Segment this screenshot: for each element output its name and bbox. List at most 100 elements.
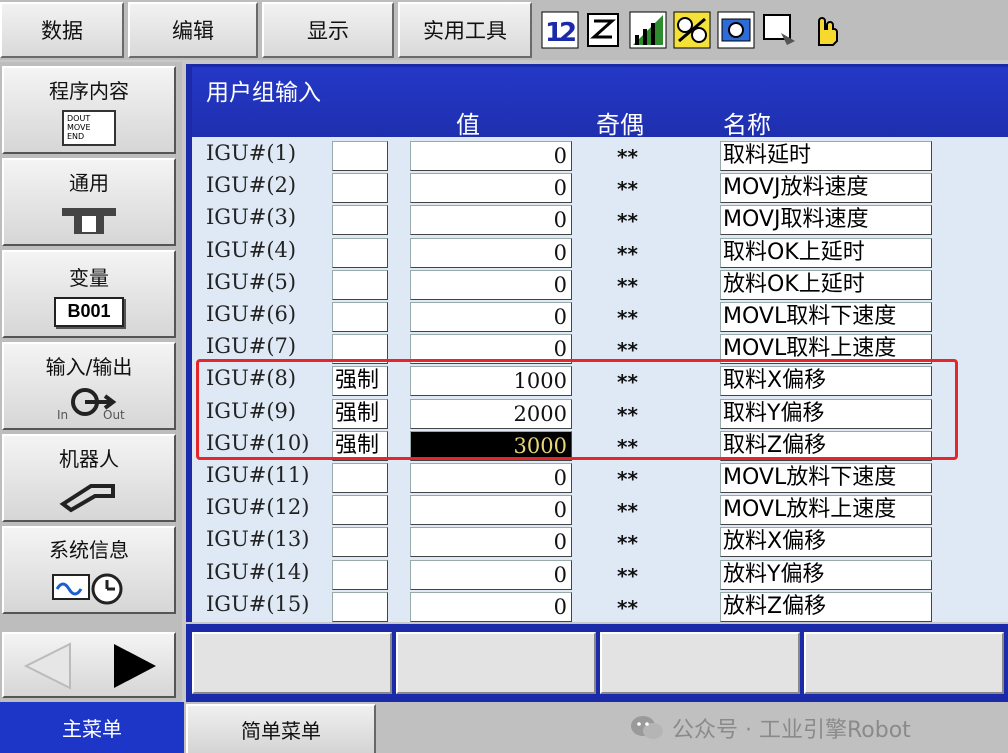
name-field[interactable]: 取料X偏移 xyxy=(720,366,932,397)
table-row[interactable]: IGU#(13) 0 ** 放料X偏移 xyxy=(192,525,1008,558)
sidebar-item-io[interactable]: 输入/输出 In Out xyxy=(2,342,176,430)
force-field[interactable] xyxy=(332,173,388,204)
function-slot[interactable] xyxy=(804,632,1004,694)
table-row[interactable]: IGU#(3) 0 ** MOVJ取料速度 xyxy=(192,203,1008,236)
table-row[interactable]: IGU#(10) 强制 3000 ** 取料Z偏移 xyxy=(192,429,1008,461)
value-field[interactable]: 0 xyxy=(410,237,572,268)
parity-value: ** xyxy=(617,402,638,427)
table-row[interactable]: IGU#(11) 0 ** MOVL放料下速度 xyxy=(192,461,1008,493)
force-field[interactable] xyxy=(332,463,388,493)
force-field[interactable] xyxy=(332,237,388,268)
menu-edit-button[interactable]: 编辑 xyxy=(128,2,258,58)
force-field[interactable]: 强制 xyxy=(332,398,388,429)
mode-12-icon[interactable]: 12 xyxy=(540,10,580,50)
force-field[interactable] xyxy=(332,302,388,332)
sidebar-item-label: 程序内容 xyxy=(49,78,129,103)
value-field[interactable]: 3000 xyxy=(410,430,572,461)
value-field[interactable]: 0 xyxy=(410,269,572,300)
value-field[interactable]: 0 xyxy=(410,591,572,622)
table-row[interactable]: IGU#(15) 0 ** 放料Z偏移 xyxy=(192,590,1008,622)
force-field[interactable] xyxy=(332,269,388,300)
force-field[interactable] xyxy=(332,495,388,526)
force-field[interactable]: 强制 xyxy=(332,366,388,397)
table-row[interactable]: IGU#(6) 0 ** MOVL取料下速度 xyxy=(192,300,1008,332)
force-field[interactable] xyxy=(332,591,388,622)
prev-page-arrow-icon[interactable] xyxy=(12,636,82,696)
table-row[interactable]: IGU#(2) 0 ** MOVJ放料速度 xyxy=(192,171,1008,204)
program-doc-icon: DOUT MOVE END xyxy=(62,109,116,146)
name-field[interactable]: 取料延时 xyxy=(720,141,932,171)
name-field[interactable]: MOVL放料下速度 xyxy=(720,463,932,493)
name-field[interactable]: 放料X偏移 xyxy=(720,527,932,558)
value-field[interactable]: 0 xyxy=(410,205,572,236)
row-index: IGU#(10) xyxy=(206,430,310,455)
bottom-bar: 主菜单 简单菜单 公众号 · 工业引擎Robot xyxy=(0,702,1008,753)
table-row[interactable]: IGU#(9) 强制 2000 ** 取料Y偏移 xyxy=(192,397,1008,429)
sidebar-item-label: 变量 xyxy=(69,265,109,290)
edit-doc-icon[interactable] xyxy=(584,10,624,50)
force-field[interactable] xyxy=(332,334,388,365)
value-field[interactable]: 0 xyxy=(410,495,572,526)
table-row[interactable]: IGU#(4) 0 ** 取料OK上延时 xyxy=(192,236,1008,268)
force-field[interactable] xyxy=(332,205,388,236)
screen-edit-icon[interactable] xyxy=(760,10,800,50)
name-field[interactable]: 放料Z偏移 xyxy=(720,591,932,622)
value-field[interactable]: 0 xyxy=(410,141,572,171)
name-field[interactable]: MOVL取料上速度 xyxy=(720,334,932,365)
name-field[interactable]: MOVL取料下速度 xyxy=(720,302,932,332)
panel-header: 用户组输入 值 奇偶 名称 xyxy=(192,67,1008,139)
name-field[interactable]: MOVJ取料速度 xyxy=(720,205,932,236)
force-field[interactable] xyxy=(332,527,388,558)
table-row[interactable]: IGU#(14) 0 ** 放料Y偏移 xyxy=(192,558,1008,590)
sidebar-item-program[interactable]: 程序内容 DOUT MOVE END xyxy=(2,66,176,154)
parity-value: ** xyxy=(617,370,638,395)
value-field[interactable]: 0 xyxy=(410,334,572,365)
table-row[interactable]: IGU#(1) 0 ** 取料延时 xyxy=(192,139,1008,171)
parity-value: ** xyxy=(617,499,638,524)
simple-menu-button[interactable]: 简单菜单 xyxy=(186,704,376,753)
value-field[interactable]: 0 xyxy=(410,527,572,558)
value-field[interactable]: 0 xyxy=(410,463,572,493)
sidebar-item-robot[interactable]: 机器人 xyxy=(2,434,176,522)
parity-value: ** xyxy=(617,338,638,363)
main-menu-button[interactable]: 主菜单 xyxy=(0,702,184,753)
name-field[interactable]: 取料OK上延时 xyxy=(720,237,932,268)
table-row[interactable]: IGU#(7) 0 ** MOVL取料上速度 xyxy=(192,332,1008,365)
robot-group-icon[interactable] xyxy=(672,10,712,50)
name-field[interactable]: 放料OK上延时 xyxy=(720,269,932,300)
name-field[interactable]: MOVJ放料速度 xyxy=(720,173,932,204)
name-field[interactable]: 放料Y偏移 xyxy=(720,559,932,590)
function-slot[interactable] xyxy=(192,632,392,694)
function-slot[interactable] xyxy=(396,632,596,694)
row-index: IGU#(14) xyxy=(206,559,310,584)
value-field[interactable]: 1000 xyxy=(410,366,572,397)
name-field[interactable]: 取料Z偏移 xyxy=(720,430,932,461)
next-page-arrow-icon[interactable] xyxy=(98,636,168,696)
force-field[interactable]: 强制 xyxy=(332,430,388,461)
table-row[interactable]: IGU#(12) 0 ** MOVL放料上速度 xyxy=(192,493,1008,526)
menu-display-button[interactable]: 显示 xyxy=(262,2,394,58)
menu-data-button[interactable]: 数据 xyxy=(0,2,124,58)
menu-utility-button[interactable]: 实用工具 xyxy=(398,2,532,58)
signal-bars-icon[interactable] xyxy=(628,10,668,50)
force-field[interactable] xyxy=(332,141,388,171)
table-row[interactable]: IGU#(5) 0 ** 放料OK上延时 xyxy=(192,268,1008,300)
sidebar-item-system-info[interactable]: 系统信息 xyxy=(2,526,176,614)
name-field[interactable]: 取料Y偏移 xyxy=(720,398,932,429)
value-field[interactable]: 0 xyxy=(410,173,572,204)
sidebar-item-variable[interactable]: 变量 B001 xyxy=(2,250,176,338)
sidebar-item-general[interactable]: 通用 xyxy=(2,158,176,246)
value-field[interactable]: 2000 xyxy=(410,398,572,429)
value-field[interactable]: 0 xyxy=(410,559,572,590)
table-row[interactable]: IGU#(8) 强制 1000 ** 取料X偏移 xyxy=(192,364,1008,397)
row-index: IGU#(13) xyxy=(206,527,310,552)
function-slot[interactable] xyxy=(600,632,800,694)
hand-pointer-icon[interactable] xyxy=(804,10,844,50)
force-field[interactable] xyxy=(332,559,388,590)
variable-box-icon: B001 xyxy=(54,296,124,327)
parity-value: ** xyxy=(617,145,638,169)
page-title: 用户组输入 xyxy=(206,80,321,106)
camera-icon[interactable] xyxy=(716,10,756,50)
value-field[interactable]: 0 xyxy=(410,302,572,332)
name-field[interactable]: MOVL放料上速度 xyxy=(720,495,932,526)
